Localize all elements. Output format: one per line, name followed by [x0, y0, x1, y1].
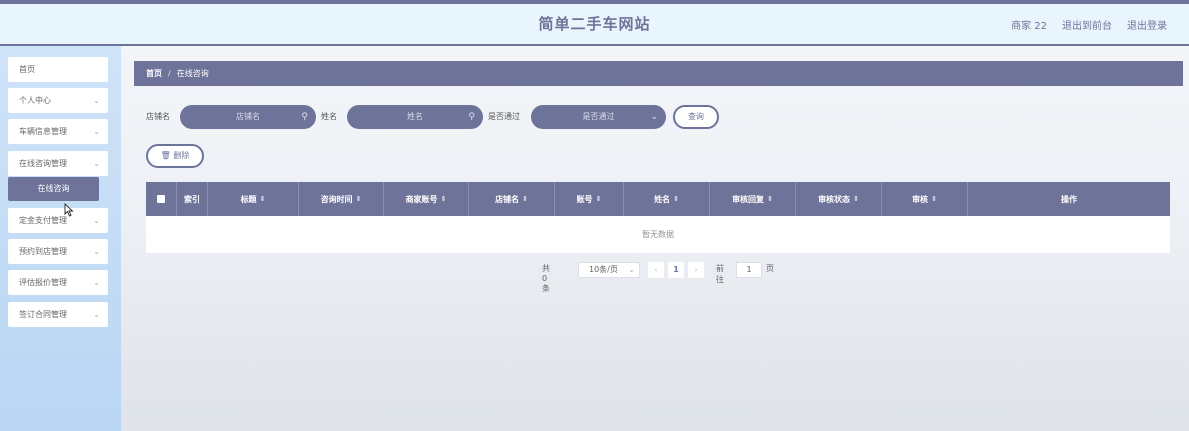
- sort-icon: ⇕: [259, 195, 266, 203]
- sort-icon: ⇕: [931, 195, 937, 203]
- chevron-down-icon: ⌄: [93, 310, 100, 319]
- chevron-down-icon: ⌄: [93, 159, 100, 168]
- sidebar-item-home[interactable]: 首页: [8, 57, 108, 82]
- chevron-down-icon: ⌄: [93, 247, 100, 256]
- sidebar-item-label: 在线咨询管理: [19, 159, 67, 168]
- chevron-left-icon[interactable]: ‹: [648, 262, 664, 278]
- sort-icon: ⇕: [767, 195, 773, 203]
- sidebar: 首页 个人中心 ⌄ 车辆信息管理 ⌄ 在线咨询管理 ⌄ 在线咨询 定金支付管理 …: [0, 46, 121, 431]
- column-header: 索引: [177, 182, 208, 216]
- trash-icon: 🗑: [160, 151, 171, 160]
- mouse-cursor-icon: [64, 203, 74, 217]
- column-header: 操作: [1061, 194, 1077, 204]
- sort-icon: ⇕: [595, 195, 602, 203]
- empty-state: 暂无数据: [146, 216, 1170, 253]
- column-header[interactable]: 店铺名 ⇕: [469, 182, 555, 216]
- search-icon: ⚲: [301, 112, 308, 122]
- shop-name-placeholder: 店铺名: [236, 112, 260, 121]
- page-size-value: 10条/页: [589, 265, 618, 274]
- goto-page-input[interactable]: 1: [736, 262, 762, 278]
- total-count: 共 0 条: [542, 264, 550, 293]
- column-header[interactable]: 审核回复 ⇕: [710, 182, 796, 216]
- sidebar-item-label: 首页: [19, 65, 35, 74]
- sidebar-item-label: 预约到店管理: [19, 247, 67, 256]
- sidebar-item-label: 定金支付管理: [19, 216, 67, 225]
- column-header[interactable]: 审核状态 ⇕: [796, 182, 882, 216]
- column-header[interactable]: 账号 ⇕: [555, 182, 624, 216]
- column-header[interactable]: 咨询时间 ⇕: [299, 182, 384, 216]
- sidebar-item-label: 车辆信息管理: [19, 127, 67, 136]
- sidebar-subitem-online-consult[interactable]: 在线咨询: [8, 177, 99, 201]
- current-user: 商家 22: [1011, 21, 1047, 32]
- logout-link[interactable]: 退出登录: [1127, 17, 1167, 32]
- column-header[interactable]: 审核 ⇕: [882, 182, 968, 216]
- sidebar-item-consult-manage[interactable]: 在线咨询管理 ⌄: [8, 151, 108, 176]
- pass-label: 是否通过: [488, 112, 520, 121]
- sidebar-item-label: 个人中心: [19, 96, 51, 105]
- query-button[interactable]: 查询: [673, 105, 719, 129]
- name-placeholder: 姓名: [407, 112, 423, 121]
- breadcrumb-home[interactable]: 首页: [146, 69, 162, 78]
- sidebar-item-evaluation[interactable]: 评估报价管理 ⌄: [8, 270, 108, 295]
- sidebar-item-appointment[interactable]: 预约到店管理 ⌄: [8, 239, 108, 264]
- sort-icon: ⇕: [522, 195, 528, 203]
- delete-button-label: 删除: [173, 151, 190, 160]
- consult-table: 索引 标题 ⇕ 咨询时间 ⇕ 商家账号 ⇕ 店铺名 ⇕ 账号 ⇕ 姓名 ⇕ 审核回复 ⇕ 审核…: [146, 182, 1170, 253]
- chevron-down-icon: ⌄: [628, 265, 635, 274]
- column-header[interactable]: 标题 ⇕: [208, 182, 299, 216]
- sidebar-item-vehicle-info[interactable]: 车辆信息管理 ⌄: [8, 119, 108, 144]
- search-icon: ⚲: [468, 112, 475, 122]
- name-label: 姓名: [321, 112, 337, 121]
- chevron-down-icon: ⌄: [93, 127, 100, 136]
- top-header: 简单二手车网站 商家 22 退出到前台 退出登录: [0, 0, 1189, 46]
- sidebar-item-deposit[interactable]: 定金支付管理 ⌄: [8, 208, 108, 233]
- column-header[interactable]: 商家账号 ⇕: [384, 182, 469, 216]
- name-input[interactable]: 姓名 ⚲: [347, 105, 483, 129]
- sort-icon: ⇕: [440, 195, 447, 203]
- header-actions: 商家 22 退出到前台 退出登录: [1011, 17, 1167, 32]
- page-number[interactable]: 1: [668, 262, 684, 278]
- sidebar-item-personal-center[interactable]: 个人中心 ⌄: [8, 88, 108, 113]
- delete-button[interactable]: 🗑 删除: [146, 144, 204, 168]
- page-unit: 页: [766, 264, 774, 273]
- chevron-down-icon: ⌄: [93, 278, 100, 287]
- goto-label: 前往: [716, 264, 724, 284]
- sort-icon: ⇕: [673, 195, 679, 203]
- pass-placeholder: 是否通过: [582, 112, 615, 121]
- breadcrumb-separator: /: [168, 69, 171, 78]
- shop-name-label: 店铺名: [146, 112, 170, 121]
- select-all-checkbox[interactable]: [146, 182, 177, 216]
- sidebar-item-label: 评估报价管理: [19, 278, 67, 287]
- back-to-frontend-link[interactable]: 退出到前台: [1062, 17, 1112, 32]
- sort-icon: ⇕: [853, 195, 859, 203]
- breadcrumb-current: 在线咨询: [176, 69, 209, 78]
- breadcrumb: 首页 / 在线咨询: [134, 61, 1183, 86]
- chevron-down-icon: ⌄: [93, 216, 100, 225]
- sidebar-item-label: 签订合同管理: [19, 310, 67, 319]
- chevron-down-icon: ⌄: [93, 96, 100, 105]
- sort-icon: ⇕: [355, 195, 362, 203]
- sidebar-item-contract[interactable]: 签订合同管理 ⌄: [8, 302, 108, 327]
- chevron-down-icon: ⌄: [650, 112, 658, 122]
- page-size-select[interactable]: 10条/页 ⌄: [578, 262, 640, 278]
- pass-select[interactable]: 是否通过 ⌄: [531, 105, 666, 129]
- column-header[interactable]: 姓名 ⇕: [624, 182, 710, 216]
- chevron-right-icon[interactable]: ›: [688, 262, 704, 278]
- shop-name-input[interactable]: 店铺名 ⚲: [180, 105, 316, 129]
- table-header: 索引 标题 ⇕ 咨询时间 ⇕ 商家账号 ⇕ 店铺名 ⇕ 账号 ⇕ 姓名 ⇕ 审核回复 ⇕ 审核…: [146, 182, 1170, 216]
